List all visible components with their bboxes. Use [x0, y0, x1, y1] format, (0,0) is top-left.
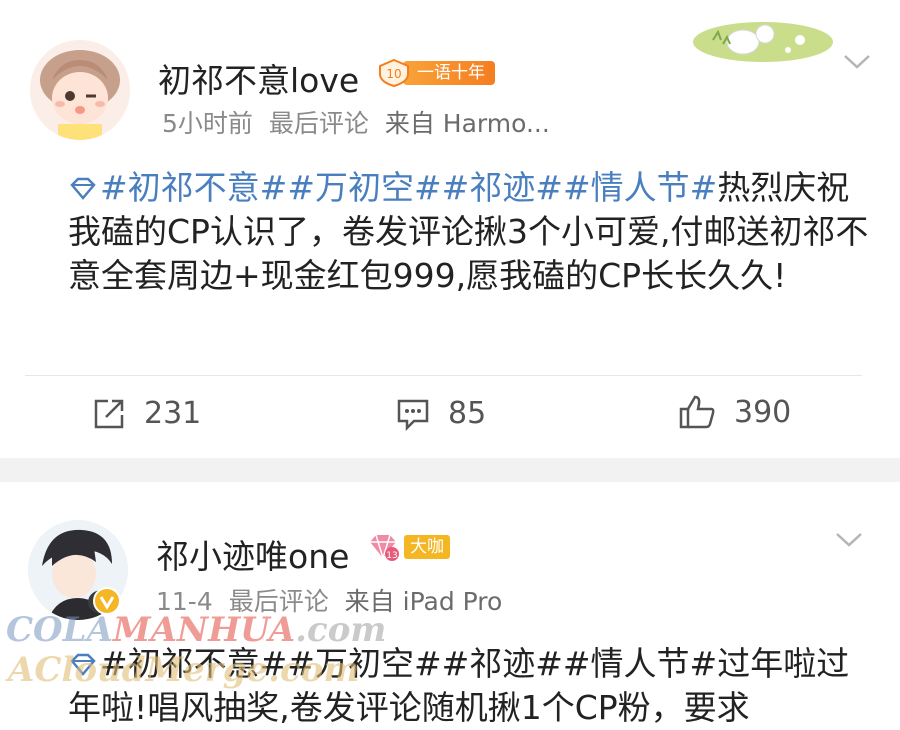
username[interactable]: 祁小迹唯one: [156, 530, 349, 578]
comment-button[interactable]: 85: [396, 396, 486, 431]
level-badge[interactable]: 10 一语十年: [377, 58, 495, 88]
post-source[interactable]: 来自 Harmo...: [385, 109, 550, 138]
post-card-2: 祁小迹唯one 13 大咖 11-4 最后评论 来自 iPad Pro #初祁不…: [0, 482, 900, 727]
username[interactable]: 初祁不意love: [158, 54, 359, 102]
comment-icon: [397, 399, 429, 431]
post-status: 最后评论: [228, 587, 329, 616]
diamond-vip-icon: 13: [370, 534, 399, 561]
hashtag[interactable]: #情人节#: [563, 168, 717, 207]
post-line: #初祁不意##万初空##祁迹##情人节#过年啦过: [68, 642, 878, 686]
repost-button[interactable]: 231: [92, 396, 201, 431]
repost-count: 231: [144, 396, 202, 431]
chevron-down-icon[interactable]: [842, 52, 872, 72]
badge-label: 大咖: [404, 535, 450, 559]
like-count: 390: [734, 394, 792, 430]
chevron-down-icon[interactable]: [834, 530, 864, 550]
hashtag[interactable]: #初祁不意#: [100, 168, 287, 207]
post-meta: 11-4 最后评论 来自 iPad Pro: [156, 582, 510, 618]
post-source[interactable]: 来自 iPad Pro: [345, 587, 503, 616]
user-avatar[interactable]: [30, 40, 130, 140]
post-meta: 5小时前 最后评论 来自 Harmo...: [162, 104, 558, 140]
post-time: 5小时前: [162, 109, 253, 138]
vip-badge[interactable]: 13 大咖: [366, 532, 450, 562]
badge-label: 一语十年: [403, 61, 495, 85]
super-topic-icon[interactable]: [68, 176, 98, 202]
hashtag[interactable]: #祁迹#: [442, 168, 563, 207]
post-text: #初祁不意##万初空##祁迹##情人节#过年啦过 年啦!唱风抽奖,卷发评论随机揪…: [68, 642, 878, 730]
avatar-illustration: [30, 40, 130, 140]
post-card-1: 初祁不意love 10 一语十年 5小时前 最后评论 来自 Harmo... #…: [0, 0, 900, 458]
vip-level-number: 13: [386, 551, 397, 561]
post-time: 11-4: [156, 587, 213, 616]
post-text: #初祁不意##万初空##祁迹##情人节#热烈庆祝我磕的CP认识了，卷发评论揪3个…: [68, 166, 878, 298]
like-button[interactable]: 390: [678, 394, 791, 430]
comment-count: 85: [448, 396, 487, 431]
verified-badge-icon: [93, 587, 121, 615]
badge-level-number: 10: [386, 67, 401, 81]
thumbs-up-icon: [679, 395, 715, 429]
feed-separator: [0, 458, 900, 482]
post-body: #初祁不意##万初空##祁迹##情人节#过年啦过: [100, 644, 850, 683]
super-topic-icon[interactable]: [68, 652, 98, 678]
divider: [25, 375, 862, 376]
decoration-sticker: [693, 22, 833, 62]
post-status: 最后评论: [268, 109, 369, 138]
hashtag[interactable]: #万初空#: [287, 168, 441, 207]
post-line: 年啦!唱风抽奖,卷发评论随机揪1个CP粉，要求: [68, 688, 750, 727]
badge-shield-icon: 10: [379, 58, 409, 88]
repost-icon: [94, 399, 124, 428]
